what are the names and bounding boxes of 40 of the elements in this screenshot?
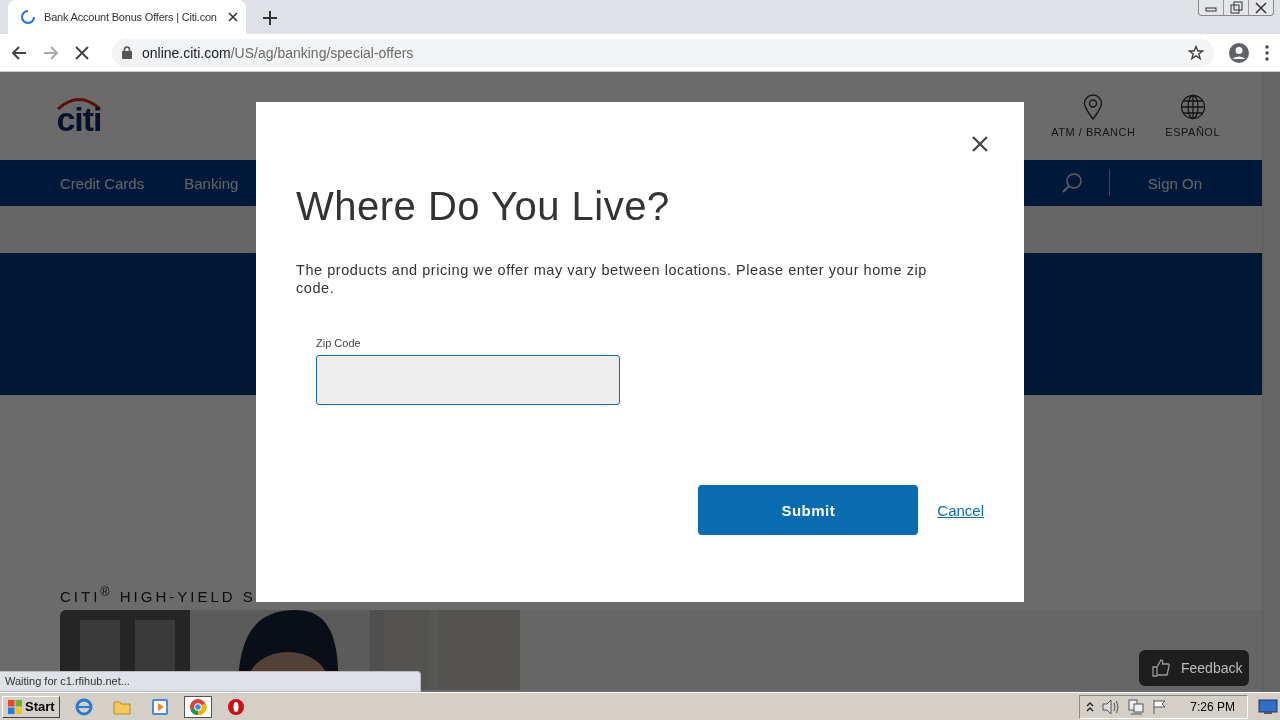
nav-link[interactable]: Banking (184, 174, 239, 192)
feedback-button[interactable]: Feedback (1139, 650, 1249, 686)
lock-icon (122, 46, 132, 59)
scrollbar[interactable] (1262, 72, 1280, 692)
citi-logo[interactable]: citi (56, 96, 102, 136)
status-text: Waiting for c1.rfihub.net... (0, 671, 421, 692)
close-icon[interactable] (228, 12, 238, 22)
menu-icon[interactable] (1264, 43, 1270, 62)
field-label: Zip Code (316, 337, 362, 349)
stop-icon[interactable] (74, 44, 90, 61)
browser-tab[interactable]: Bank Account Bonus Offers | Citi.con (8, 0, 246, 34)
location-pin-icon (1083, 94, 1104, 120)
address-bar[interactable]: online.citi.com/US/ag/banking/special-offers (112, 38, 1214, 67)
sign-on-link[interactable]: Sign On (1147, 174, 1202, 192)
network-icon[interactable] (1128, 698, 1145, 715)
close-button[interactable] (970, 134, 990, 154)
loading-spinner-icon (20, 9, 36, 25)
nav-link[interactable]: Credit Cards (60, 174, 145, 192)
submit-button[interactable]: Submit (698, 485, 919, 535)
start-button[interactable]: Start (2, 695, 60, 718)
cancel-link[interactable]: Cancel (937, 501, 984, 519)
new-tab-icon[interactable] (260, 8, 280, 28)
utility-link[interactable]: ESPAÑOL (1165, 126, 1220, 138)
star-icon[interactable] (1188, 44, 1204, 61)
utility-link[interactable]: ATM / BRANCH (1051, 126, 1136, 138)
dialog-message: The products and pricing we offer may vary between locations. Please enter your home zip code. (296, 261, 928, 297)
desktop-icon[interactable] (1258, 698, 1278, 715)
zip-code-field[interactable] (316, 355, 620, 405)
search-icon[interactable] (1060, 172, 1083, 194)
thumbs-up-icon (1151, 658, 1171, 678)
section-title: CITI$^{®}$ HIGH-YIELD S (60, 585, 257, 607)
chrome-icon[interactable] (183, 695, 212, 718)
speaker-icon[interactable] (1102, 698, 1121, 715)
chevron-up-icon[interactable] (1086, 700, 1095, 713)
back-arrow-icon[interactable] (10, 43, 28, 62)
globe-icon (1179, 94, 1206, 120)
clock[interactable]: 7:26 PM (1190, 699, 1235, 714)
dialog-title: Where Do You Live? (296, 184, 671, 229)
account-icon[interactable] (1228, 41, 1250, 64)
windows-logo-icon (7, 698, 23, 715)
